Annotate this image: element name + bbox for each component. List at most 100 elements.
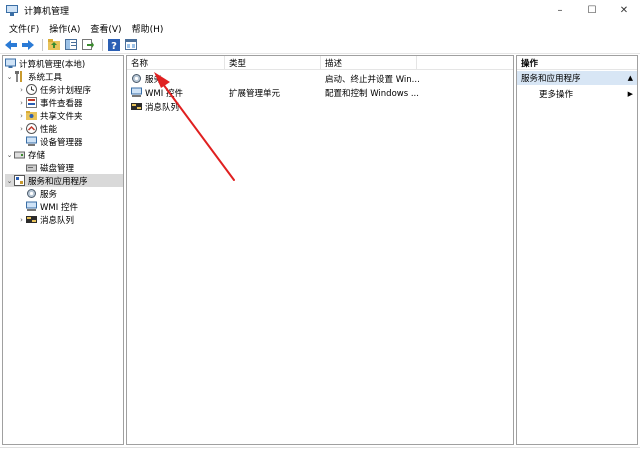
menu-file[interactable]: 文件(F)	[4, 22, 44, 35]
tree-item-system-tools[interactable]: ⌄ 系统工具	[5, 70, 62, 83]
help-button[interactable]: ?	[107, 38, 121, 52]
status-bar	[0, 447, 640, 460]
tree-item-label: 性能	[40, 124, 58, 135]
cell-type: 扩展管理单元	[229, 88, 281, 99]
tree-item-device-manager[interactable]: 设备管理器	[26, 135, 83, 148]
computer-management-icon	[6, 4, 18, 16]
row-name-text: 服务	[145, 74, 163, 85]
svg-text:?: ?	[111, 41, 117, 51]
tree-item-label: 共享文件夹	[40, 111, 83, 122]
tree-item-services-and-applications[interactable]: ⌄ 服务和应用程序	[5, 174, 123, 187]
column-header-description[interactable]: 描述	[321, 56, 417, 70]
tree-item-label: WMI 控件	[40, 202, 78, 213]
more-actions-item[interactable]: 更多操作 ▶	[517, 87, 637, 101]
message-queue-icon	[26, 214, 37, 225]
list-row-message-queuing[interactable]: 消息队列	[127, 100, 513, 113]
tree-item-label: 磁盘管理	[40, 163, 75, 174]
title-bar: 计算机管理 – ☐ ✕	[0, 0, 640, 20]
forward-button[interactable]	[21, 38, 35, 52]
wmi-icon	[26, 201, 37, 212]
back-icon	[5, 39, 17, 50]
tree-item-services[interactable]: 服务	[26, 187, 57, 200]
expand-chevron-icon[interactable]: ⌄	[5, 151, 14, 159]
storage-icon	[14, 149, 25, 160]
wmi-icon	[131, 87, 142, 98]
toolbar-separator	[102, 38, 103, 51]
menu-help[interactable]: 帮助(H)	[127, 22, 169, 35]
expand-chevron-icon[interactable]: ›	[17, 112, 26, 120]
row-name-text: WMI 控件	[145, 88, 183, 99]
column-header-name[interactable]: 名称	[127, 56, 225, 70]
disk-icon	[26, 162, 37, 173]
tree-item-event-viewer[interactable]: › 事件查看器	[17, 96, 83, 109]
computer-icon	[5, 58, 16, 69]
services-apps-icon	[14, 175, 25, 186]
properties-button[interactable]	[124, 38, 138, 52]
services-icon	[26, 188, 37, 199]
tree-item-shared-folders[interactable]: › 共享文件夹	[17, 109, 83, 122]
cell-name: 服务	[127, 73, 225, 85]
cell-description: 配置和控制 Windows ...	[325, 88, 419, 99]
properties-icon	[125, 39, 137, 50]
tree-item-label: 服务和应用程序	[28, 176, 88, 187]
expand-chevron-icon[interactable]: ›	[17, 216, 26, 224]
tree-item-performance[interactable]: › 性能	[17, 122, 57, 135]
list-row-services[interactable]: 服务 启动、终止并设置 Win...	[127, 72, 513, 85]
expand-chevron-icon[interactable]: ⌄	[5, 177, 14, 185]
maximize-button[interactable]: ☐	[576, 0, 608, 20]
row-name-text: 消息队列	[145, 102, 180, 113]
tree-item-label: 事件查看器	[40, 98, 83, 109]
actions-section-label: 服务和应用程序	[521, 74, 581, 84]
toolbar-separator	[42, 38, 43, 51]
tree-item-storage[interactable]: ⌄ 存储	[5, 148, 45, 161]
actions-pane: 操作 服务和应用程序 ▲ 更多操作 ▶	[516, 55, 638, 445]
tools-icon	[14, 71, 25, 82]
expand-chevron-icon[interactable]: ⌄	[5, 73, 14, 81]
submenu-arrow-icon: ▶	[627, 90, 633, 98]
event-viewer-icon	[26, 97, 37, 108]
menu-view[interactable]: 查看(V)	[85, 22, 126, 35]
actions-title: 操作	[517, 56, 637, 70]
window-controls: – ☐ ✕	[544, 0, 640, 20]
cell-name: 消息队列	[127, 101, 225, 113]
tree-item-task-scheduler[interactable]: › 任务计划程序	[17, 83, 91, 96]
device-manager-icon	[26, 136, 37, 147]
back-button[interactable]	[4, 38, 18, 52]
console-tree: 计算机管理(本地) ⌄ 系统工具 › 任务计划程序 › 事件查看器 › 共享文件…	[2, 55, 124, 445]
results-list: 名称 类型 描述 服务 启动、终止并设置 Win... WMI 控件 扩展管理单…	[126, 55, 514, 445]
window-title: 计算机管理	[24, 6, 70, 17]
shared-folder-icon	[26, 110, 37, 121]
tree-item-label: 存储	[28, 150, 46, 161]
cell-name: WMI 控件	[127, 87, 225, 99]
minimize-button[interactable]: –	[544, 0, 576, 20]
message-queue-icon	[131, 101, 142, 112]
list-row-wmi-control[interactable]: WMI 控件 扩展管理单元 配置和控制 Windows ...	[127, 86, 513, 99]
up-folder-button[interactable]	[47, 38, 61, 52]
export-list-icon	[82, 39, 94, 50]
cell-description: 启动、终止并设置 Win...	[325, 74, 420, 85]
show-hide-tree-icon	[65, 39, 77, 50]
tree-item-label: 服务	[40, 189, 58, 200]
collapse-arrow-icon[interactable]: ▲	[628, 74, 633, 82]
tree-item-disk-management[interactable]: 磁盘管理	[26, 161, 74, 174]
close-button[interactable]: ✕	[608, 0, 640, 20]
expand-chevron-icon[interactable]: ›	[17, 86, 26, 94]
column-header-type[interactable]: 类型	[225, 56, 321, 70]
expand-chevron-icon[interactable]: ›	[17, 99, 26, 107]
clock-icon	[26, 84, 37, 95]
toolbar: ?	[0, 36, 640, 54]
tree-item-label: 系统工具	[28, 72, 63, 83]
actions-section-header[interactable]: 服务和应用程序 ▲	[517, 71, 637, 85]
tree-item-message-queuing[interactable]: › 消息队列	[17, 213, 74, 226]
forward-icon	[22, 39, 34, 50]
export-list-button[interactable]	[81, 38, 95, 52]
menu-action[interactable]: 操作(A)	[44, 22, 85, 35]
expand-chevron-icon[interactable]: ›	[17, 125, 26, 133]
up-folder-icon	[48, 39, 60, 50]
tree-item-wmi-control[interactable]: WMI 控件	[26, 200, 78, 213]
tree-item-label: 计算机管理(本地)	[19, 59, 86, 70]
more-actions-label: 更多操作	[539, 90, 574, 100]
show-hide-tree-button[interactable]	[64, 38, 78, 52]
menu-bar: 文件(F) 操作(A) 查看(V) 帮助(H)	[0, 20, 640, 36]
tree-item-computer-management[interactable]: 计算机管理(本地)	[5, 57, 85, 70]
